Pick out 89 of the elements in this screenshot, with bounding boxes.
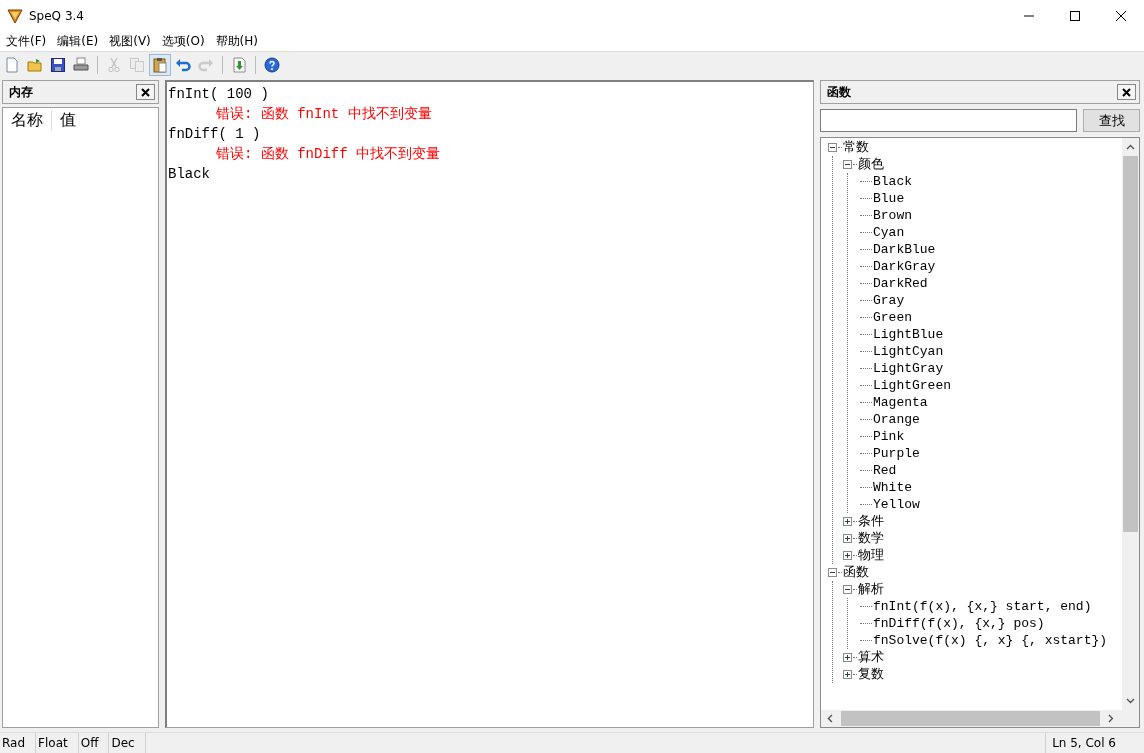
tree-item[interactable]: 颜色 [857, 156, 884, 173]
tree-item[interactable]: Gray [872, 292, 905, 309]
help-icon [264, 57, 280, 73]
menu-item[interactable]: 视图(V) [105, 32, 158, 50]
tree-item[interactable]: Cyan [872, 224, 905, 241]
menu-item[interactable]: 帮助(H) [211, 32, 265, 50]
tree-item[interactable]: 数学 [857, 530, 884, 547]
download-arrow-icon [231, 57, 247, 73]
tree-item[interactable]: DarkRed [872, 275, 928, 292]
tree-item[interactable]: 解析 [857, 581, 884, 598]
tree-item[interactable]: fnSolve(f(x) {, x} {, xstart}) [872, 632, 1108, 649]
expand-toggle[interactable] [843, 670, 852, 679]
column-header[interactable]: 值 [52, 109, 84, 131]
maximize-icon [1070, 10, 1080, 21]
menu-item[interactable]: 文件(F) [2, 32, 54, 50]
close-icon [141, 87, 150, 97]
tree-item[interactable]: 复数 [857, 666, 884, 683]
collapse-toggle[interactable] [843, 585, 852, 594]
column-header[interactable]: 名称 [3, 109, 52, 131]
tree-item[interactable]: LightCyan [872, 343, 944, 360]
tree-item[interactable]: DarkBlue [872, 241, 936, 258]
code-line: fnDiff( 1 ) [168, 125, 262, 144]
status-text: Dec [109, 733, 146, 753]
tree-item[interactable]: LightGreen [872, 377, 951, 394]
scissors-icon [106, 57, 122, 73]
tree-item[interactable]: Green [872, 309, 912, 326]
tree-item[interactable]: Brown [872, 207, 912, 224]
tree-item[interactable]: fnDiff(f(x), {x,} pos) [872, 615, 1045, 632]
code-line: Black [168, 165, 211, 184]
tree-item[interactable]: Black [872, 173, 912, 190]
scroll-up-icon[interactable] [1126, 144, 1135, 150]
expand-toggle[interactable] [843, 534, 852, 543]
folder-icon [27, 57, 43, 73]
tree-item[interactable]: Yellow [872, 496, 920, 513]
tree-item[interactable]: 常数 [842, 139, 869, 156]
printer-icon [73, 57, 89, 73]
panel-title: 函数 [827, 83, 851, 101]
tree-item[interactable]: Pink [872, 428, 905, 445]
tree-item[interactable]: Orange [872, 411, 920, 428]
status-text: Off [78, 733, 110, 753]
close-panel-button[interactable] [1117, 84, 1136, 100]
toolbar-button[interactable] [261, 54, 283, 76]
collapse-toggle[interactable] [828, 568, 837, 577]
cursor-position: Ln 5, Col 6 [1051, 735, 1117, 752]
close-panel-button[interactable] [136, 84, 155, 100]
close-icon [1122, 87, 1131, 97]
tree-item[interactable]: White [872, 479, 912, 496]
expand-toggle[interactable] [843, 653, 852, 662]
tree-item[interactable]: Magenta [872, 394, 928, 411]
tree-item[interactable]: 物理 [857, 547, 884, 564]
tree-item[interactable]: 函数 [842, 564, 869, 581]
copy-icon [129, 57, 145, 73]
search-button[interactable]: 查找 [1083, 109, 1140, 132]
menu-item[interactable]: 选项(O) [157, 32, 212, 50]
tree-item[interactable]: fnInt(f(x), {x,} start, end) [872, 598, 1092, 615]
toolbar-button[interactable] [149, 54, 171, 76]
tree-item[interactable]: LightGray [872, 360, 944, 377]
expand-toggle[interactable] [843, 517, 852, 526]
tree-item[interactable]: LightBlue [872, 326, 944, 343]
expand-toggle[interactable] [843, 551, 852, 560]
collapse-toggle[interactable] [843, 160, 852, 169]
horizontal-scrollbar[interactable] [821, 710, 1139, 727]
tree-item[interactable]: Red [872, 462, 897, 479]
menu-item[interactable]: 编辑(E) [53, 32, 106, 50]
app-logo-icon [7, 7, 23, 24]
vertical-scrollbar[interactable] [1122, 138, 1139, 710]
error-message: 错误: 函数 fnInt 中找不到变量 [215, 105, 433, 124]
scroll-right-icon[interactable] [1108, 714, 1115, 723]
scroll-left-icon[interactable] [827, 714, 833, 723]
clipboard-icon [152, 57, 168, 73]
error-message: 错误: 函数 fnDiff 中找不到变量 [215, 145, 441, 164]
search-field[interactable] [820, 109, 1077, 132]
panel-title: 内存 [9, 83, 33, 101]
code-line: fnInt( 100 ) [168, 85, 270, 104]
tree-item[interactable]: DarkGray [872, 258, 936, 275]
scroll-down-icon[interactable] [1126, 698, 1135, 704]
undo-arrow-icon [175, 57, 191, 73]
tree-item[interactable]: Blue [872, 190, 905, 207]
editor-area[interactable]: fnInt( 100 ) 错误: 函数 fnInt 中找不到变量 fnDiff( 1 ) 错误: 函数 fnDiff 中找不到变量 Black [165, 80, 814, 728]
tree-item[interactable]: Purple [872, 445, 920, 462]
tree-item[interactable]: 算术 [857, 649, 884, 666]
status-text: Float [36, 733, 79, 753]
new-document-icon [4, 57, 20, 73]
status-text: Rad [0, 733, 37, 753]
window-title: SpeQ 3.4 [29, 8, 84, 23]
redo-arrow-icon [198, 57, 214, 73]
tree-item[interactable]: 条件 [857, 513, 884, 530]
collapse-toggle[interactable] [828, 143, 837, 152]
close-icon [1116, 10, 1126, 21]
